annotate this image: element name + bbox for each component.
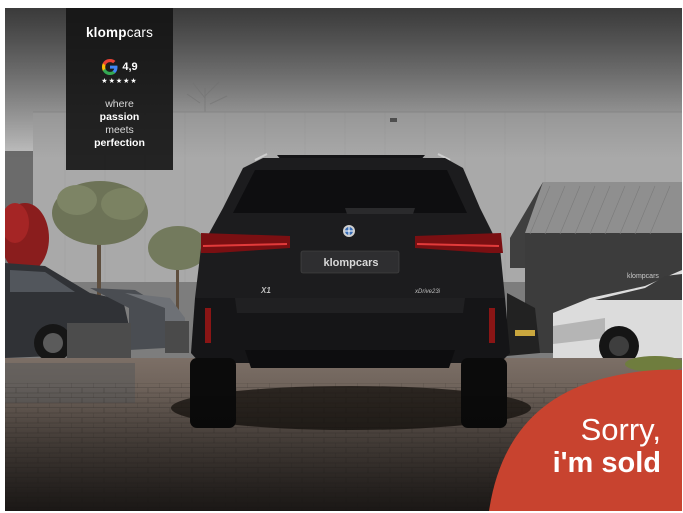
brand-logo: klompcars (85, 25, 154, 40)
rating-value: 4,9 (122, 61, 138, 73)
sold-line-2: i'm sold (552, 447, 661, 479)
klompcars-badge: klompcars 4,9 ★★★★★ where passion meets … (66, 8, 173, 170)
tagline-line-3: meets (105, 124, 134, 136)
tagline-line-4: perfection (94, 137, 145, 149)
rating-stars: ★★★★★ (101, 78, 138, 85)
tagline: where passion meets perfection (66, 98, 173, 150)
google-g-icon (102, 59, 118, 75)
sold-line-1: Sorry, (580, 412, 661, 447)
tagline-line-1: where (105, 98, 134, 110)
sold-message: Sorry, i'm sold (552, 412, 661, 480)
tagline-line-2: passion (99, 111, 140, 123)
